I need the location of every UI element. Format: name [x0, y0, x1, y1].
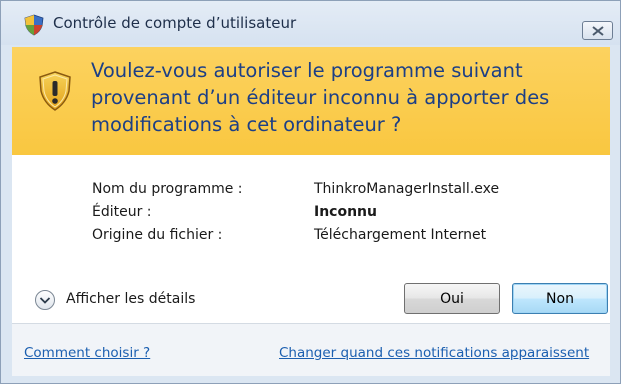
- program-name-label: Nom du programme :: [92, 181, 243, 197]
- help-link[interactable]: Comment choisir ?: [24, 345, 150, 361]
- uac-shield-icon: [24, 14, 44, 36]
- publisher-value: Inconnu: [314, 204, 377, 220]
- yes-button[interactable]: Oui: [404, 283, 500, 314]
- dialog-content: Nom du programme : ThinkroManagerInstall…: [12, 155, 610, 323]
- show-details-label[interactable]: Afficher les détails: [66, 291, 195, 307]
- window-title: Contrôle de compte d’utilisateur: [53, 14, 297, 32]
- title-bar[interactable]: Contrôle de compte d’utilisateur: [1, 1, 620, 45]
- close-icon: [592, 26, 604, 36]
- no-button[interactable]: Non: [512, 283, 608, 314]
- dialog-footer: Comment choisir ? Changer quand ces noti…: [12, 323, 610, 376]
- uac-question: Voulez-vous autoriser le programme suiva…: [91, 59, 550, 136]
- publisher-label: Éditeur :: [92, 204, 152, 220]
- file-origin-label: Origine du fichier :: [92, 227, 223, 243]
- notification-settings-link[interactable]: Changer quand ces notifications apparais…: [279, 345, 589, 361]
- uac-dialog: Contrôle de compte d’utilisateur Voulez-…: [0, 0, 621, 384]
- warning-banner: Voulez-vous autoriser le programme suiva…: [12, 47, 610, 155]
- file-origin-value: Téléchargement Internet: [314, 227, 487, 243]
- chevron-down-icon[interactable]: [34, 289, 56, 311]
- program-name-value: ThinkroManagerInstall.exe: [314, 181, 500, 197]
- close-button[interactable]: [582, 21, 613, 40]
- warning-shield-icon: [39, 71, 71, 111]
